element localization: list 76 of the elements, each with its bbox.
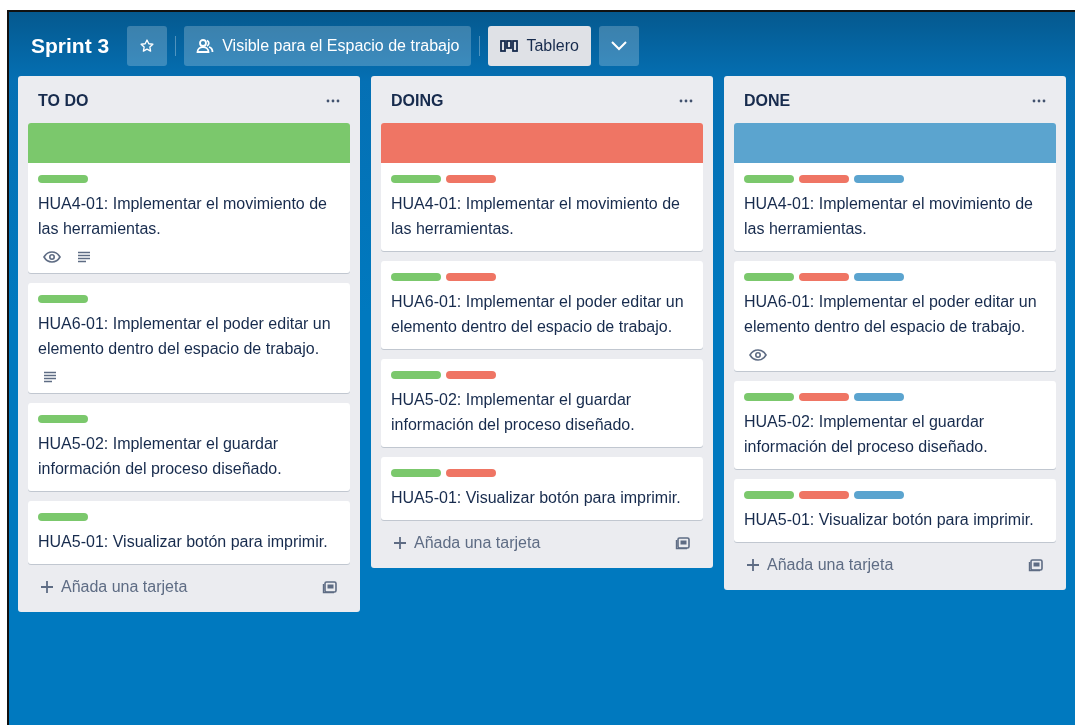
plus-icon bbox=[40, 580, 54, 594]
plus-icon bbox=[393, 536, 407, 550]
description-icon bbox=[43, 371, 57, 383]
card-label[interactable] bbox=[446, 175, 496, 183]
more-icon[interactable] bbox=[1032, 99, 1046, 103]
board-view-button[interactable]: Tablero bbox=[488, 26, 591, 66]
card-title: HUA5-02: Implementar el guardar información del proceso diseñado. bbox=[744, 412, 989, 457]
card-label[interactable] bbox=[38, 513, 88, 521]
list-title[interactable]: DOING bbox=[391, 92, 444, 110]
task-card[interactable]: HUA6-01: Implementar el poder editar un elemento dentro del espacio de trabajo. bbox=[381, 261, 703, 349]
star-button[interactable] bbox=[127, 26, 168, 66]
task-card[interactable]: HUA6-01: Implementar el poder editar un elemento dentro del espacio de trabajo. bbox=[734, 261, 1056, 371]
card-title: HUA4-01: Implementar el movimiento de las herramientas. bbox=[391, 194, 681, 239]
card-title: HUA4-01: Implementar el movimiento de las herramientas. bbox=[744, 194, 1034, 239]
card-label[interactable] bbox=[391, 175, 441, 183]
card-title: HUA5-01: Visualizar botón para imprimir. bbox=[38, 532, 329, 552]
card-label[interactable] bbox=[744, 491, 794, 499]
more-icon[interactable] bbox=[679, 99, 693, 103]
card-title: HUA4-01: Implementar el movimiento de las herramientas. bbox=[38, 194, 328, 239]
card-label[interactable] bbox=[799, 393, 849, 401]
star-icon bbox=[139, 38, 156, 54]
card-label[interactable] bbox=[744, 175, 794, 183]
chevron-down-icon bbox=[609, 40, 628, 52]
card-label[interactable] bbox=[799, 175, 849, 183]
card-label[interactable] bbox=[854, 393, 904, 401]
card-label[interactable] bbox=[799, 273, 849, 281]
visibility-button[interactable]: Visible para el Espacio de trabajo bbox=[184, 26, 472, 66]
card-label[interactable] bbox=[391, 273, 441, 281]
card-label[interactable] bbox=[446, 273, 496, 281]
card-label[interactable] bbox=[38, 415, 88, 423]
list-title[interactable]: DONE bbox=[744, 92, 791, 110]
card-label[interactable] bbox=[744, 393, 794, 401]
template-icon[interactable] bbox=[322, 579, 338, 595]
card-label[interactable] bbox=[446, 469, 496, 477]
plus-icon bbox=[746, 558, 760, 572]
card-label[interactable] bbox=[391, 469, 441, 477]
task-card[interactable]: HUA4-01: Implementar el movimiento de las herramientas. bbox=[28, 123, 350, 273]
card-title: HUA5-02: Implementar el guardar información del proceso diseñado. bbox=[38, 434, 283, 479]
board-icon bbox=[500, 40, 519, 52]
task-card[interactable]: HUA5-01: Visualizar botón para imprimir. bbox=[734, 479, 1056, 542]
template-icon[interactable] bbox=[675, 535, 691, 551]
eye-icon bbox=[43, 251, 61, 263]
card-label[interactable] bbox=[446, 371, 496, 379]
view-menu-button[interactable] bbox=[598, 26, 639, 66]
task-card[interactable]: HUA5-02: Implementar el guardar información del proceso diseñado. bbox=[28, 403, 350, 491]
task-card[interactable]: HUA4-01: Implementar el movimiento de las herramientas. bbox=[381, 123, 703, 251]
description-icon bbox=[77, 251, 91, 263]
people-icon bbox=[196, 38, 215, 54]
task-card[interactable]: HUA5-01: Visualizar botón para imprimir. bbox=[381, 457, 703, 520]
card-label[interactable] bbox=[38, 295, 88, 303]
card-label[interactable] bbox=[799, 491, 849, 499]
card-title: HUA6-01: Implementar el poder editar un elemento dentro del espacio de trabajo. bbox=[744, 292, 1038, 337]
card-title: HUA5-01: Visualizar botón para imprimir. bbox=[744, 510, 1035, 530]
board-title[interactable]: Sprint 3 bbox=[31, 34, 110, 58]
add-card-button[interactable]: Añada una tarjeta bbox=[736, 552, 904, 578]
task-card[interactable]: HUA5-02: Implementar el guardar información del proceso diseñado. bbox=[381, 359, 703, 447]
list-title[interactable]: TO DO bbox=[38, 92, 89, 110]
add-card-button[interactable]: Añada una tarjeta bbox=[383, 530, 551, 556]
task-card[interactable]: HUA5-01: Visualizar botón para imprimir. bbox=[28, 501, 350, 564]
add-card-button[interactable]: Añada una tarjeta bbox=[30, 574, 198, 600]
card-label[interactable] bbox=[854, 273, 904, 281]
card-title: HUA6-01: Implementar el poder editar un elemento dentro del espacio de trabajo. bbox=[391, 292, 685, 337]
eye-icon bbox=[749, 349, 767, 361]
card-label[interactable] bbox=[854, 491, 904, 499]
task-card[interactable]: HUA6-01: Implementar el poder editar un elemento dentro del espacio de trabajo. bbox=[28, 283, 350, 393]
task-card[interactable]: HUA4-01: Implementar el movimiento de las herramientas. bbox=[734, 123, 1056, 251]
card-title: HUA5-02: Implementar el guardar información del proceso diseñado. bbox=[391, 390, 636, 435]
card-label[interactable] bbox=[38, 175, 88, 183]
task-card[interactable]: HUA5-02: Implementar el guardar información del proceso diseñado. bbox=[734, 381, 1056, 469]
template-icon[interactable] bbox=[1028, 557, 1044, 573]
card-label[interactable] bbox=[854, 175, 904, 183]
card-label[interactable] bbox=[744, 273, 794, 281]
card-title: HUA6-01: Implementar el poder editar un elemento dentro del espacio de trabajo. bbox=[38, 314, 332, 359]
card-label[interactable] bbox=[391, 371, 441, 379]
more-icon[interactable] bbox=[326, 99, 340, 103]
card-title: HUA5-01: Visualizar botón para imprimir. bbox=[391, 488, 682, 508]
